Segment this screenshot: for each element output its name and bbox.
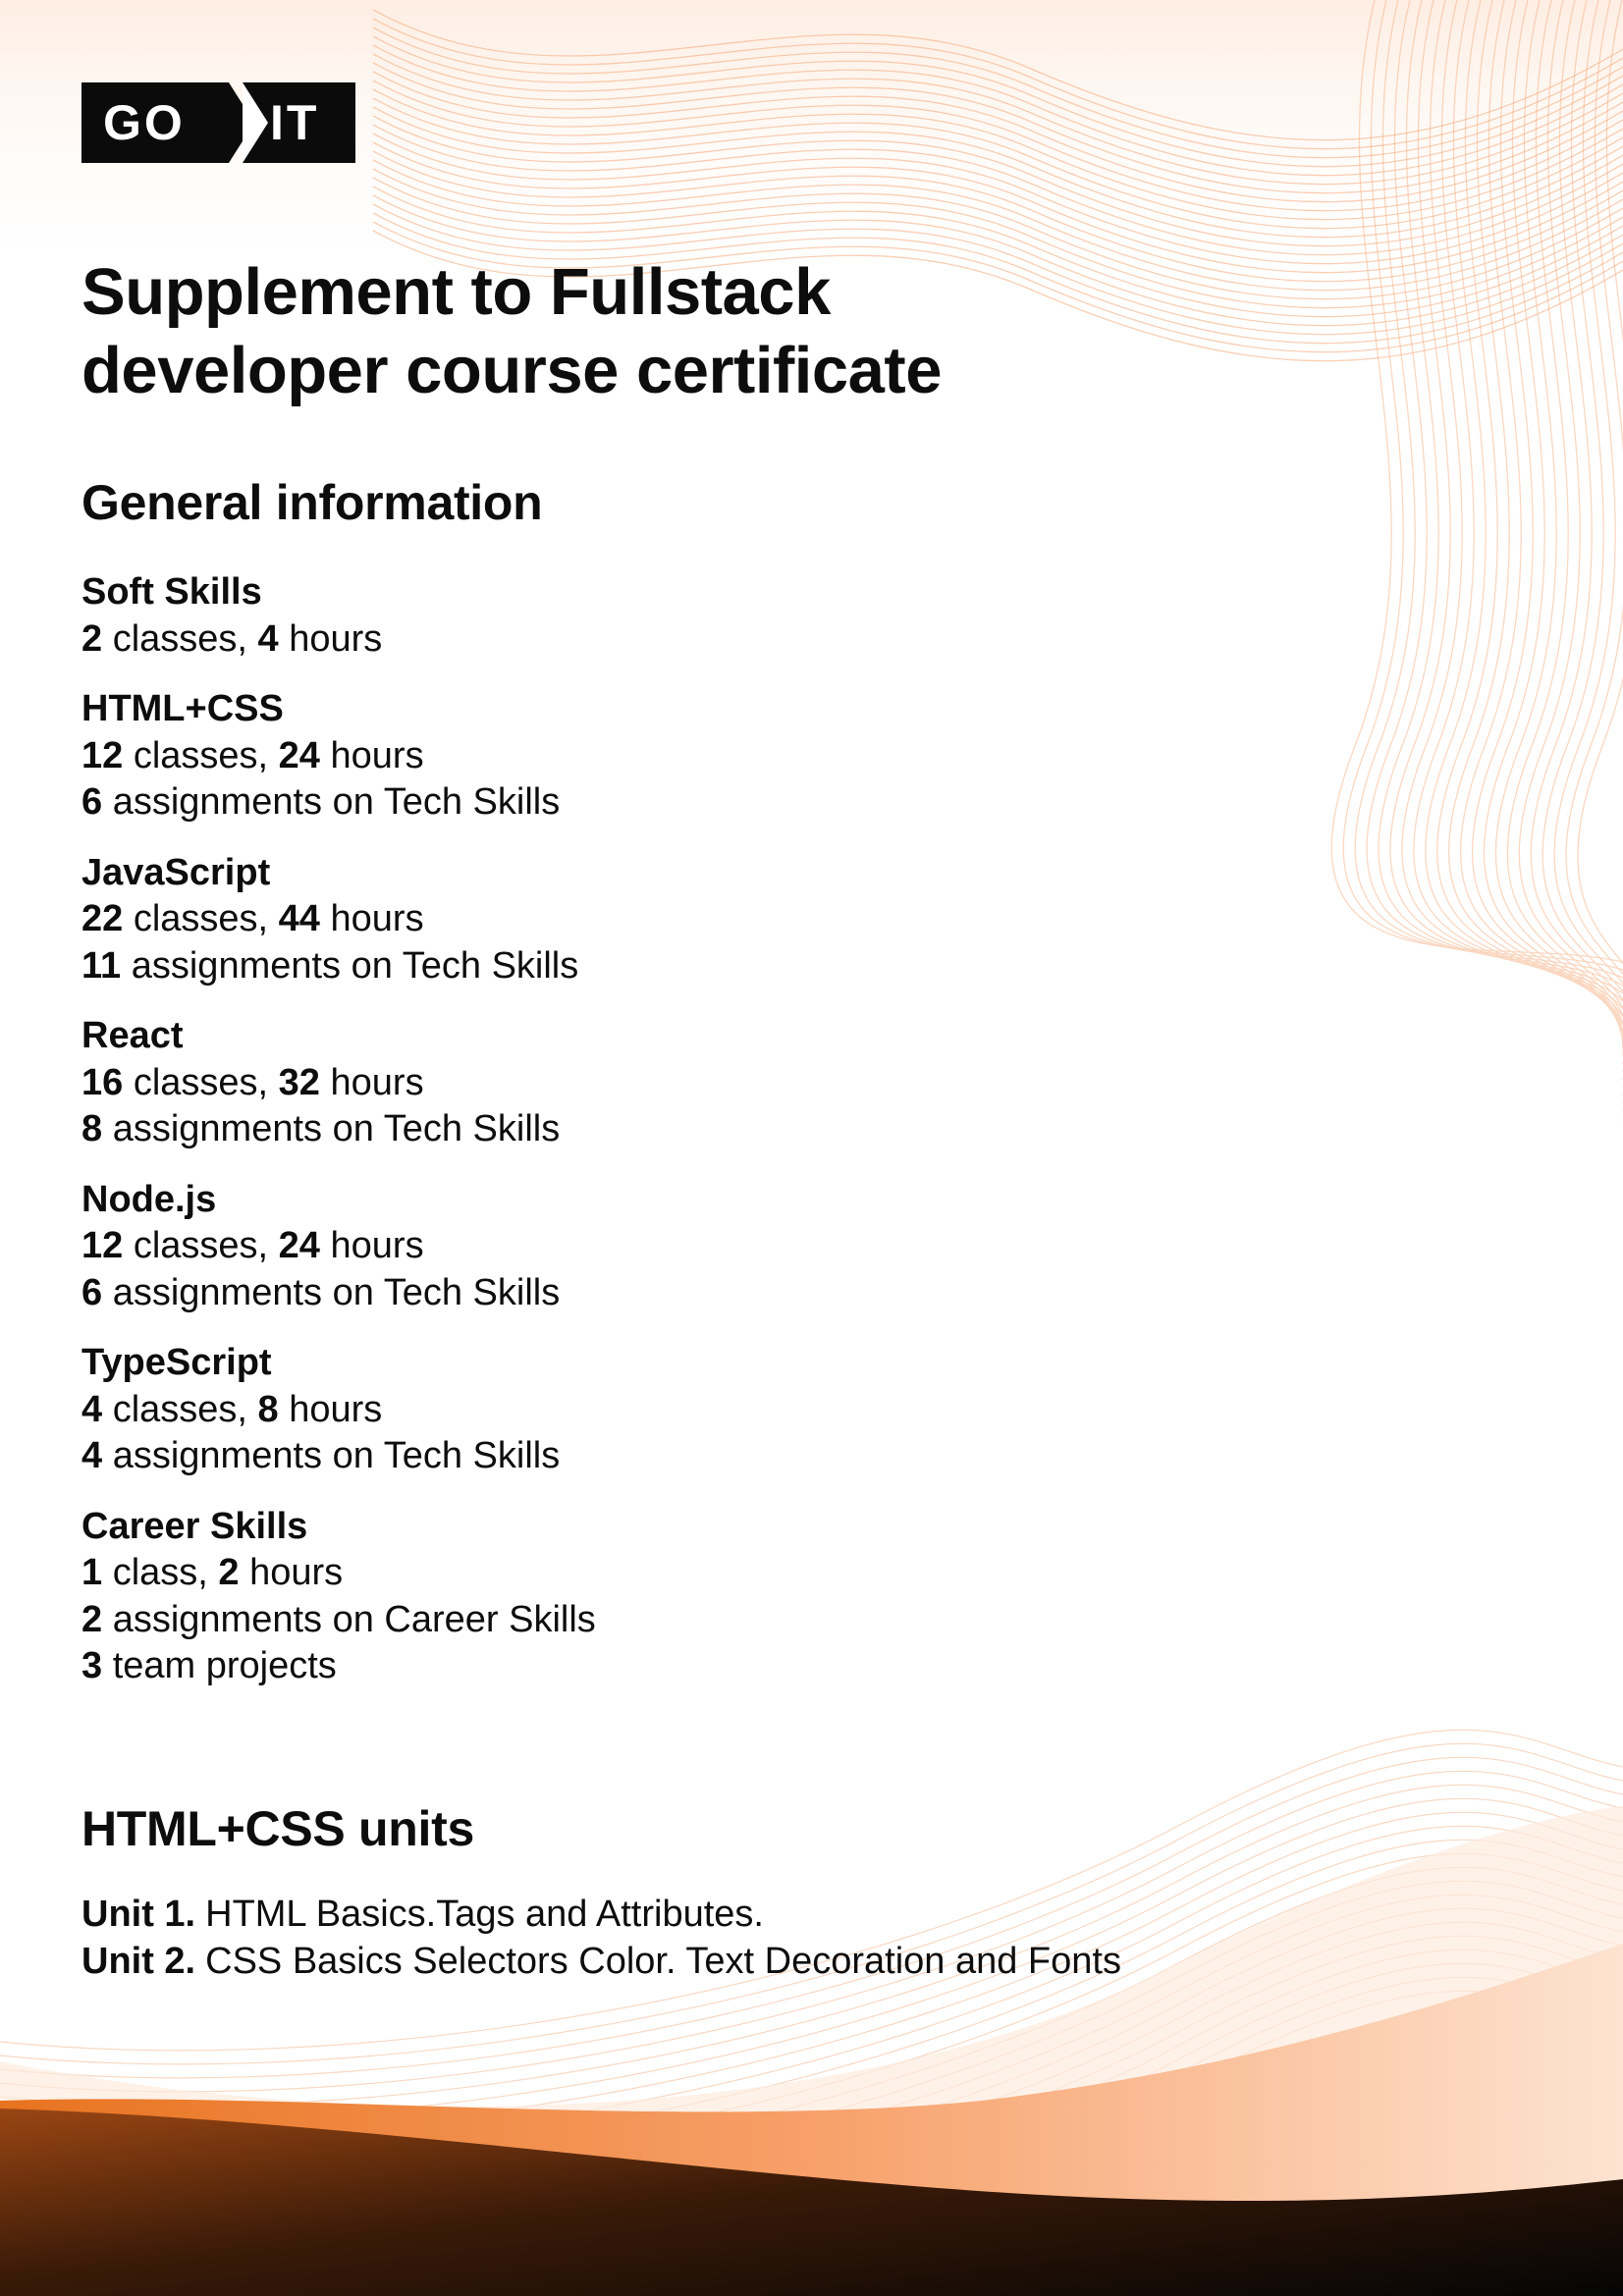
- course-section-detail: 1 class, 2 hours: [81, 1550, 596, 1597]
- course-section-detail: 6 assignments on Tech Skills: [81, 1270, 596, 1317]
- detail-text: assignments on Tech Skills: [102, 1435, 561, 1476]
- detail-text: assignments on Career Skills: [102, 1598, 596, 1640]
- course-section-title: Soft Skills: [81, 571, 262, 613]
- course-section-detail: 22 classes, 44 hours: [81, 896, 596, 943]
- course-section-detail: 12 classes, 24 hours: [81, 1223, 596, 1270]
- detail-text: team projects: [102, 1645, 337, 1686]
- detail-number: 8: [257, 1388, 279, 1430]
- detail-text: classes,: [123, 1225, 279, 1266]
- course-section-detail: 2 classes, 4 hours: [81, 616, 596, 664]
- detail-text: assignments on Tech Skills: [102, 1271, 561, 1313]
- detail-text: hours: [319, 898, 424, 939]
- course-section: React 16 classes, 32 hours 8 assignments o…: [81, 1013, 596, 1153]
- detail-number: 24: [278, 1225, 320, 1266]
- detail-number: 3: [81, 1645, 103, 1686]
- detail-text: classes,: [123, 1061, 279, 1103]
- detail-number: 12: [81, 734, 124, 776]
- unit-text: HTML Basics.Tags and Attributes.: [205, 1894, 764, 1935]
- course-section: HTML+CSS 12 classes, 24 hours 6 assignment…: [81, 686, 596, 827]
- detail-number: 22: [81, 898, 124, 939]
- course-section: Soft Skills 2 classes, 4 hours: [81, 569, 596, 663]
- logo-notch: [243, 82, 268, 163]
- detail-number: 6: [81, 1271, 103, 1313]
- detail-text: hours: [319, 1061, 424, 1103]
- unit-item: Unit 2. CSS Basics Selectors Color. Text …: [81, 1939, 1121, 1986]
- course-section-detail: 8 assignments on Tech Skills: [81, 1106, 596, 1153]
- course-section: Node.js 12 classes, 24 hours 6 assignments…: [81, 1177, 596, 1317]
- units-heading: HTML+CSS units: [81, 1801, 474, 1856]
- course-section-detail: 3 team projects: [81, 1643, 596, 1690]
- detail-number: 11: [81, 944, 122, 987]
- page-title: Supplement to Fullstack developer course…: [81, 253, 1260, 410]
- course-section-detail: 2 assignments on Career Skills: [81, 1597, 596, 1644]
- course-section-detail: 6 assignments on Tech Skills: [81, 779, 596, 827]
- detail-number: 44: [278, 898, 320, 939]
- course-section-detail: 16 classes, 32 hours: [81, 1060, 596, 1107]
- course-section-title: Career Skills: [81, 1505, 308, 1547]
- detail-number: 32: [278, 1061, 320, 1103]
- course-section-title: Node.js: [81, 1178, 217, 1220]
- units-list: Unit 1. HTML Basics.Tags and Attributes. …: [81, 1892, 1121, 1985]
- course-section: Career Skills 1 class, 2 hours 2 assignmen…: [81, 1504, 596, 1690]
- course-section-title: JavaScript: [81, 851, 271, 893]
- general-info-sections: Soft Skills 2 classes, 4 hours HTML+CSS 12 …: [81, 569, 596, 1714]
- course-section: JavaScript 22 classes, 44 hours 11 assignm…: [81, 850, 596, 990]
- detail-text: hours: [278, 617, 383, 660]
- detail-text: class,: [102, 1552, 219, 1593]
- detail-number: 16: [81, 1061, 124, 1103]
- detail-text: classes,: [102, 1388, 258, 1430]
- detail-text: hours: [239, 1552, 344, 1593]
- detail-number: 2: [81, 1598, 103, 1640]
- detail-text: hours: [278, 1388, 383, 1430]
- goit-logo: GO IT: [81, 82, 355, 163]
- detail-text: classes,: [123, 734, 279, 776]
- unit-label: Unit 2.: [81, 1940, 196, 1982]
- course-section-detail: 4 assignments on Tech Skills: [81, 1433, 596, 1480]
- detail-text: classes,: [123, 898, 279, 939]
- unit-text: CSS Basics Selectors Color. Text Decorat…: [205, 1940, 1121, 1982]
- detail-text: classes,: [102, 617, 258, 660]
- detail-number: 4: [257, 617, 279, 660]
- detail-number: 6: [81, 781, 103, 823]
- detail-number: 2: [81, 617, 103, 660]
- course-section-detail: 4 classes, 8 hours: [81, 1387, 596, 1434]
- page-title-line-1: Supplement to Fullstack: [81, 255, 831, 329]
- detail-text: assignments on Tech Skills: [121, 944, 579, 987]
- course-section-detail: 11 assignments on Tech Skills: [81, 943, 596, 990]
- detail-text: hours: [319, 734, 424, 776]
- unit-label: Unit 1.: [81, 1894, 196, 1935]
- detail-number: 4: [81, 1435, 103, 1476]
- logo-go-text: GO: [103, 95, 186, 150]
- logo-it-text: IT: [270, 95, 320, 150]
- course-section-title: React: [81, 1015, 184, 1056]
- detail-number: 2: [218, 1552, 240, 1593]
- detail-text: assignments on Tech Skills: [102, 781, 561, 823]
- general-info-heading: General information: [81, 475, 543, 530]
- unit-item: Unit 1. HTML Basics.Tags and Attributes.: [81, 1892, 1121, 1939]
- detail-number: 4: [81, 1388, 103, 1430]
- detail-text: assignments on Tech Skills: [102, 1108, 561, 1149]
- course-section-title: HTML+CSS: [81, 688, 284, 729]
- course-section-detail: 12 classes, 24 hours: [81, 733, 596, 780]
- detail-text: hours: [319, 1225, 424, 1266]
- course-section: TypeScript 4 classes, 8 hours 4 assignment…: [81, 1340, 596, 1480]
- detail-number: 12: [81, 1225, 124, 1266]
- detail-number: 1: [81, 1552, 103, 1593]
- page-title-line-2: developer course certificate: [81, 334, 943, 407]
- detail-number: 8: [81, 1108, 103, 1149]
- course-section-title: TypeScript: [81, 1342, 272, 1383]
- detail-number: 24: [278, 734, 320, 776]
